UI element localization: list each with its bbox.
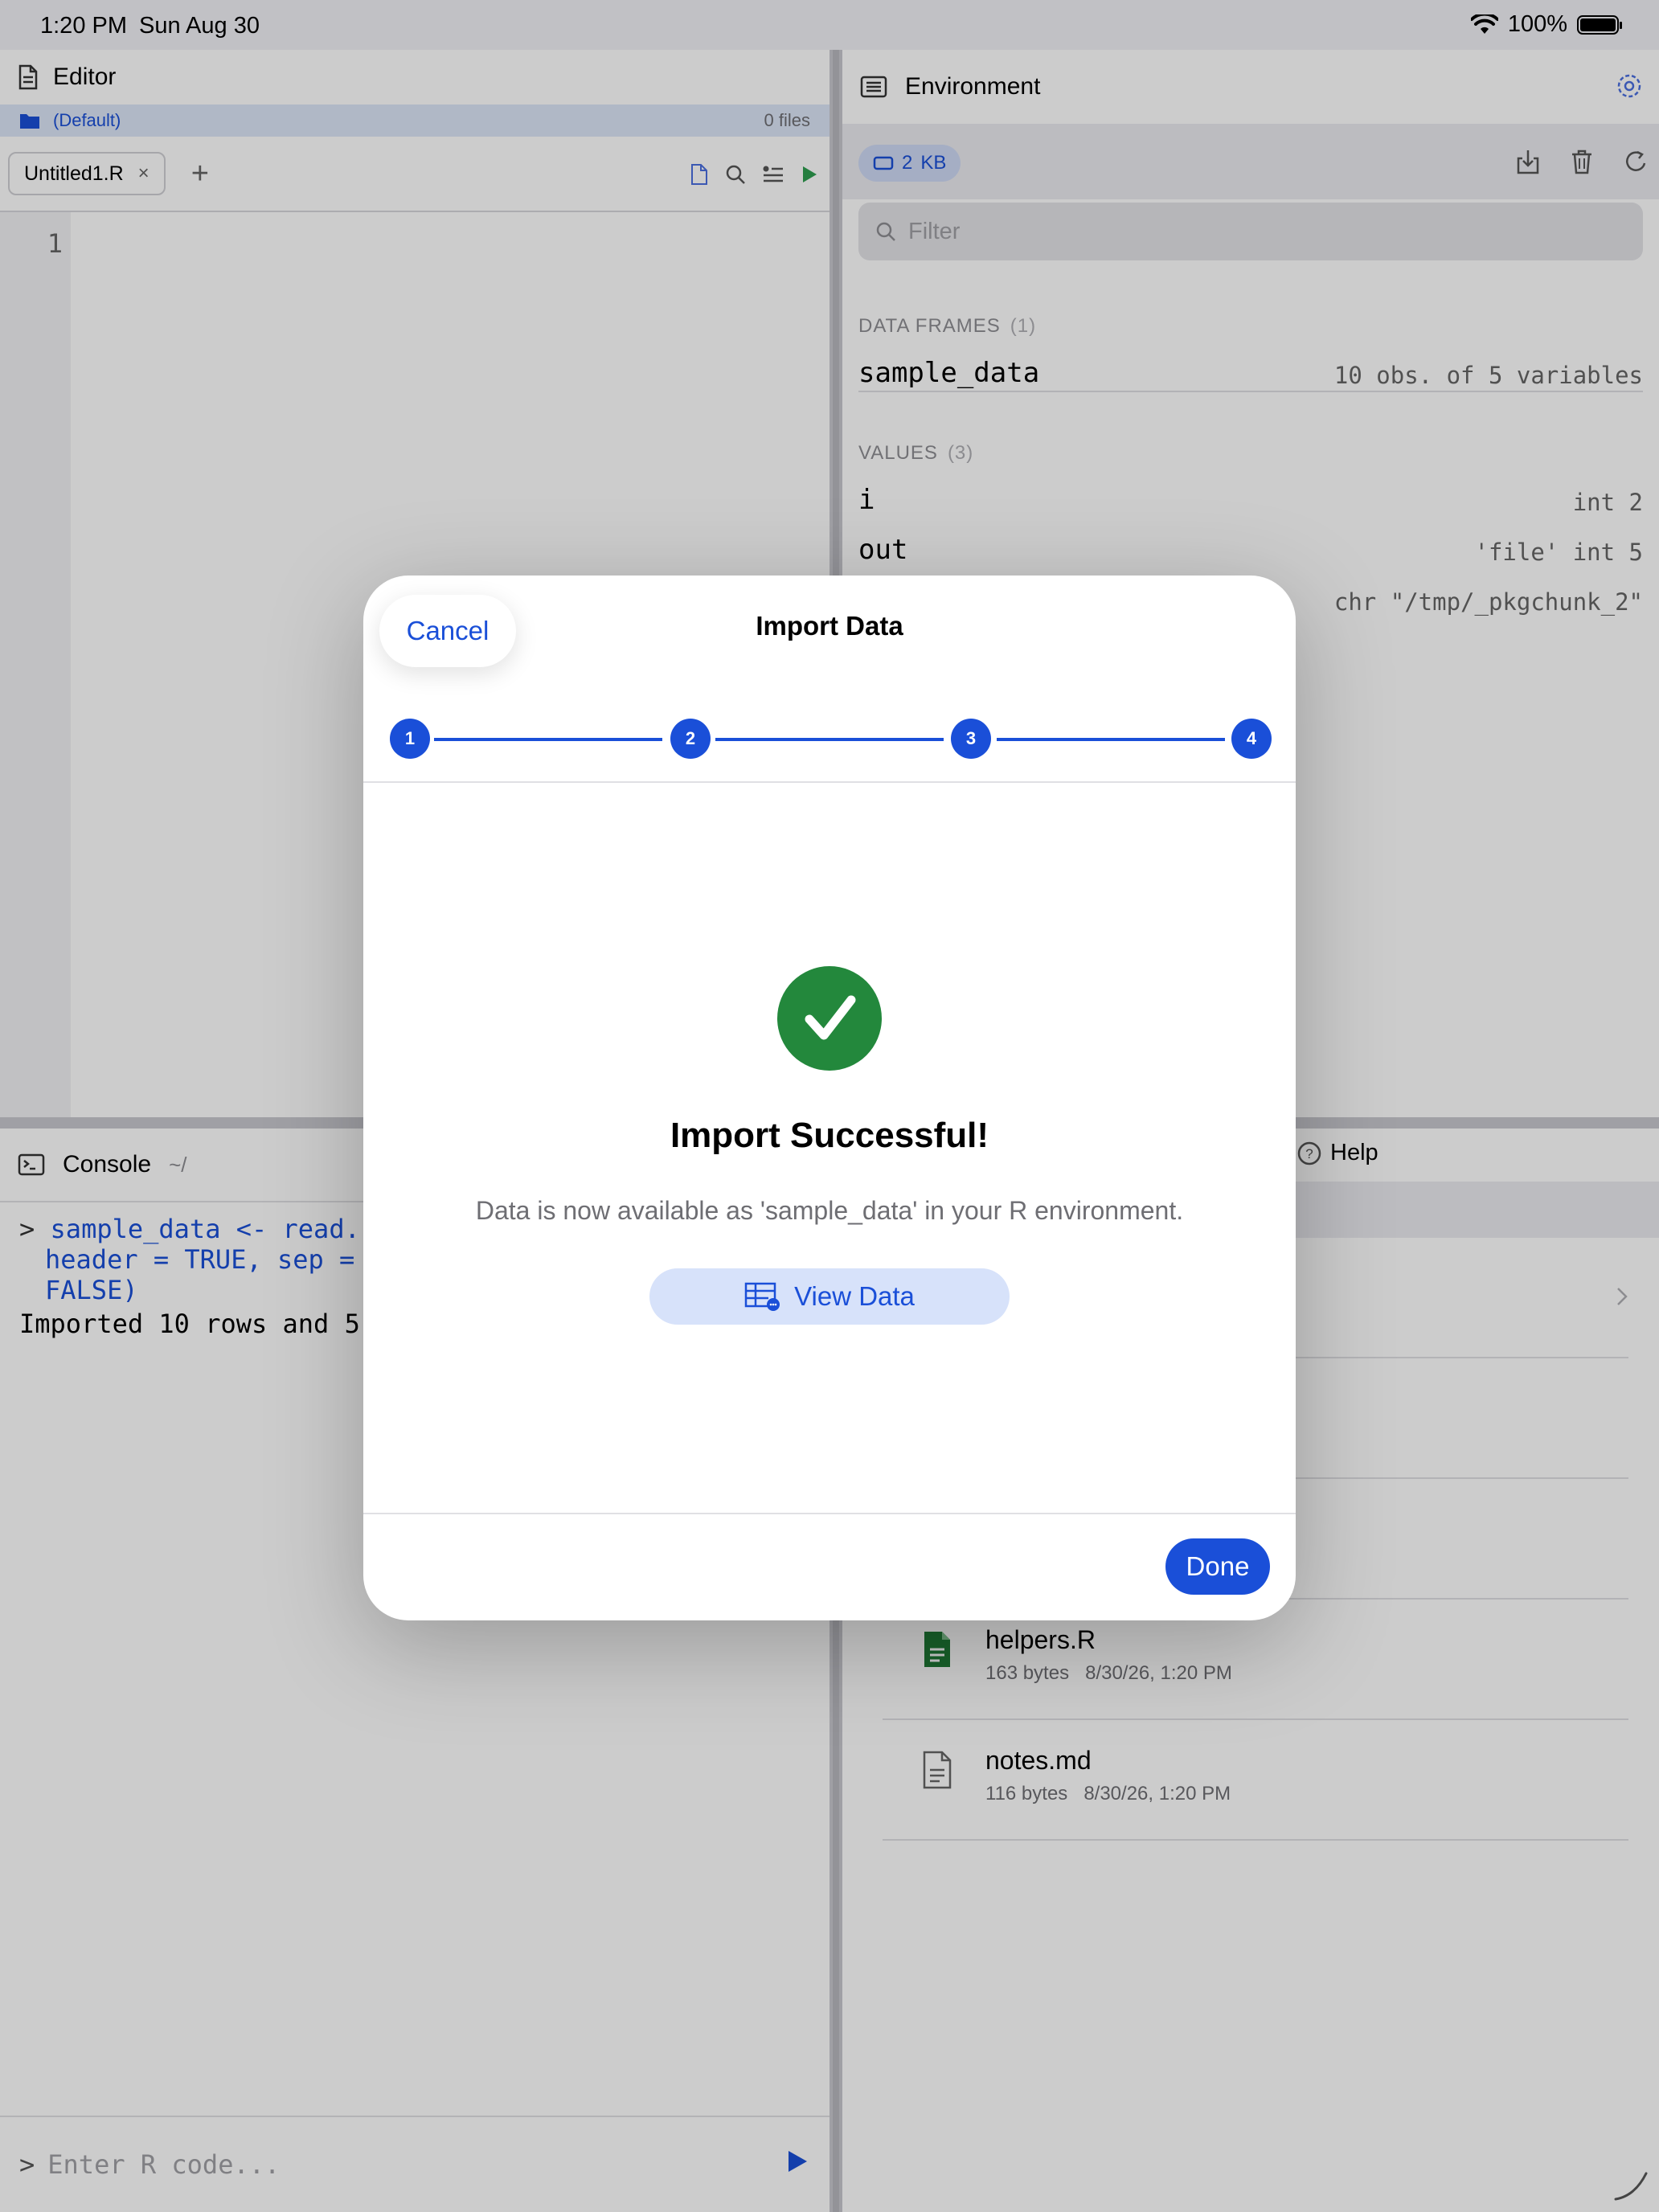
modal-footer-divider	[363, 1513, 1296, 1514]
success-message: Data is now available as 'sample_data' i…	[475, 1196, 1184, 1225]
step-3: 3	[951, 719, 991, 759]
checkmark-icon	[777, 966, 882, 1071]
table-icon	[744, 1282, 780, 1311]
app-root: 1:20 PM Sun Aug 30 100% Editor (Default)…	[0, 0, 1659, 2212]
step-connector	[715, 738, 944, 741]
step-1: 1	[390, 719, 430, 759]
import-data-modal: Cancel Import Data 1 2 3 4 Import Succes…	[363, 576, 1296, 1620]
step-connector	[434, 738, 662, 741]
success-title: Import Successful!	[670, 1116, 989, 1155]
view-data-label: View Data	[794, 1281, 915, 1311]
step-indicator: 1 2 3 4	[363, 703, 1296, 783]
step-connector	[997, 738, 1225, 741]
step-4: 4	[1231, 719, 1272, 759]
view-data-button[interactable]: View Data	[649, 1268, 1010, 1325]
step-2: 2	[670, 719, 711, 759]
done-button[interactable]: Done	[1165, 1538, 1270, 1595]
modal-title: Import Data	[756, 611, 903, 641]
